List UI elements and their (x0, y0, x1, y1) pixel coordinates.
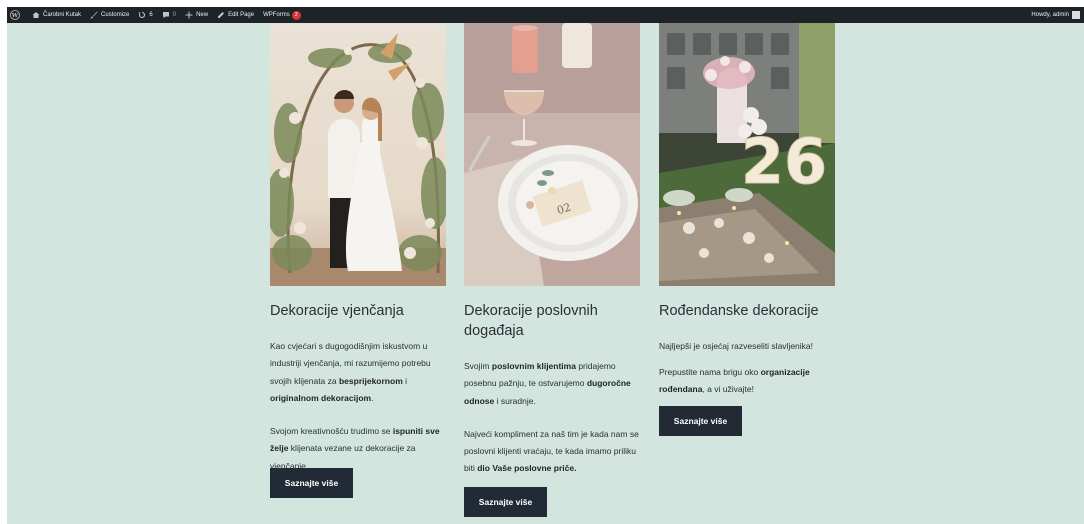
business-photo: 02 (464, 23, 640, 286)
pencil-icon (218, 12, 225, 18)
birthday-photo: 26 (659, 23, 835, 286)
brush-icon (90, 11, 98, 19)
wpforms-link[interactable]: WPForms 2 (263, 10, 301, 20)
home-icon (32, 12, 40, 18)
site-name-link[interactable]: Čarobni Kutak (32, 11, 81, 19)
customize-link[interactable]: Customize (90, 11, 129, 19)
card-title: Dekoracije vjenčanja (270, 303, 404, 319)
card-wedding: Dekoracije vjenčanja Kao cvjećari s dugo… (270, 23, 446, 475)
comments-link[interactable]: 0 (162, 11, 176, 19)
updates-link[interactable]: 6 (138, 11, 153, 19)
card-title: Rođendanske dekoracije (659, 303, 819, 319)
comment-icon (162, 12, 169, 18)
refresh-icon (138, 11, 146, 18)
edit-page-link[interactable]: Edit Page (217, 11, 254, 19)
learn-more-button-business[interactable]: Saznajte više (464, 487, 547, 517)
wpforms-badge: 2 (291, 10, 301, 20)
new-content-link[interactable]: New (185, 11, 208, 19)
plus-icon (185, 11, 193, 19)
avatar (1072, 11, 1080, 19)
birthday-number: 26 (741, 125, 827, 198)
learn-more-button-birthday[interactable]: Saznajte više (659, 406, 742, 436)
svg-text:W: W (11, 13, 19, 19)
card-paragraph-2: Najveći kompliment za naš tim je kada na… (464, 428, 639, 474)
site-name: Čarobni Kutak (43, 12, 82, 18)
card-paragraph-1: Svojim poslovnim klijentima pridajemo po… (464, 361, 631, 406)
admin-bar: W Čarobni Kutak Customize 6 0 New Edit P… (7, 7, 1084, 23)
card-birthday: 26 Rođendanske dekoracije Najljepši je o… (659, 23, 835, 398)
card-business: 02 Dekoracije poslovnih događaja Svojim … (464, 23, 640, 478)
wordpress-icon: W (10, 10, 20, 20)
card-paragraph-2: Prepustite nama brigu oko organizacije r… (659, 366, 810, 395)
wordpress-logo-button[interactable]: W (10, 10, 23, 20)
account-menu[interactable]: Howdy, admin (1031, 11, 1084, 19)
card-paragraph-1: Kao cvjećari s dugogodišnjim iskustvom u… (270, 341, 431, 403)
learn-more-button-wedding[interactable]: Saznajte više (270, 468, 353, 498)
wedding-photo (270, 23, 446, 286)
card-title: Dekoracije poslovnih događaja (464, 303, 598, 339)
howdy-text: Howdy, admin (1031, 12, 1069, 18)
card-paragraph-1: Najljepši je osjećaj razveseliti slavlje… (659, 341, 814, 351)
